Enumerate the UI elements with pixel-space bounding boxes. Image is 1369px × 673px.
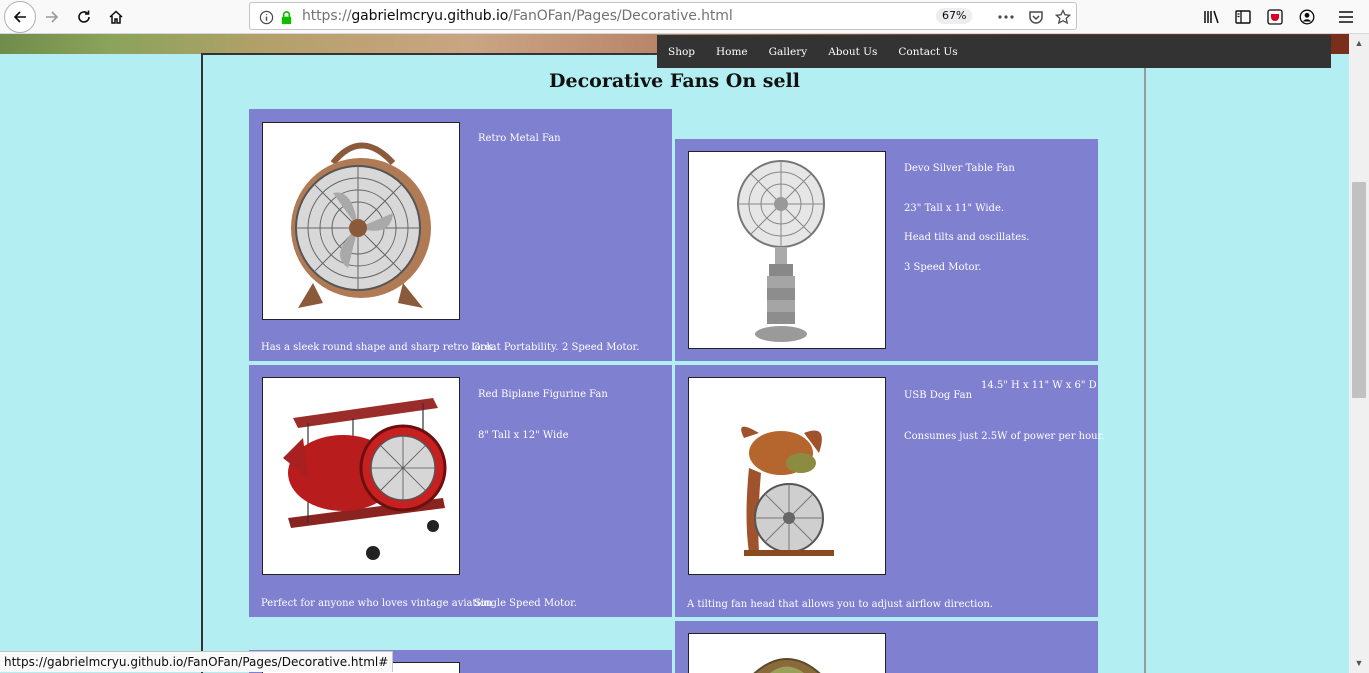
page-title: Decorative Fans On sell [549,70,800,92]
lock-icon[interactable] [276,7,296,27]
page-viewport: Shop Home Gallery About Us Contact Us De… [0,34,1349,673]
retro-fan-illustration [291,142,431,308]
sidebar-button[interactable] [1229,3,1257,31]
product-feature: Great Portability. [472,342,559,353]
link-status-bar: https://gabrielmcryu.github.io/FanOFan/P… [0,651,394,672]
hamburger-menu-icon [1339,11,1353,23]
product-image[interactable] [262,122,460,320]
product-spec: Consumes just 2.5W of power per hour. [904,431,1105,442]
reload-icon [78,10,90,23]
library-icon [1204,10,1219,24]
nav-contact-us[interactable]: Contact Us [898,46,957,58]
product-spec: 23" Tall x 11" Wide. [904,203,1005,214]
product-description: A tilting fan head that allows you to ad… [687,599,993,610]
arrow-right-icon [46,11,59,23]
product-description: Perfect for anyone who loves vintage avi… [261,598,493,609]
product-card-retro-metal-fan: Retro Metal Fan Has a sleek round shape … [249,109,672,361]
url-bar[interactable]: https://gabrielmcryu.github.io/FanOFan/P… [249,2,1077,30]
product-name: Retro Metal Fan [478,133,561,144]
scrollbar-thumb[interactable] [1352,182,1366,398]
product-description: Has a sleek round shape and sharp retro … [261,342,496,353]
menu-button[interactable] [1332,3,1360,31]
product-name: USB Dog Fan [904,390,973,401]
dog-fan-illustration [741,426,834,556]
pocket-icon[interactable] [1026,7,1046,27]
product-name: Devo Silver Table Fan [904,163,1015,174]
page-scrollbar[interactable]: ▲ ▼ [1349,34,1369,673]
pocket-save-icon [1267,9,1283,25]
product-feature: 2 Speed Motor. [562,342,640,353]
product-card-usb-dog-fan: USB Dog Fan 14.5" H x 11" W x 6" D Consu… [675,365,1104,617]
nav-about-us[interactable]: About Us [828,46,877,58]
library-button[interactable] [1198,3,1226,31]
product-card-partial [675,621,1098,673]
product-image[interactable] [688,377,886,575]
nav-shop[interactable]: Shop [668,46,695,58]
extension-button[interactable] [1261,3,1289,31]
info-icon[interactable] [256,7,276,27]
home-button[interactable] [102,3,130,31]
scroll-up-arrow-icon[interactable]: ▲ [1349,36,1369,50]
biplane-fan-illustration [283,398,447,560]
product-name: Red Biplane Figurine Fan [478,389,608,400]
account-icon [1299,9,1315,25]
account-button[interactable] [1293,3,1321,31]
back-button[interactable] [4,1,36,33]
scroll-down-arrow-icon[interactable]: ▼ [1349,656,1369,670]
product-card-devo-silver-table-fan: Devo Silver Table Fan 23" Tall x 11" Wid… [675,139,1098,361]
top-navigation: Shop Home Gallery About Us Contact Us [657,35,1331,68]
table-fan-illustration [737,160,825,342]
page-actions-icon[interactable] [996,7,1016,27]
url-path: /FanOFan/Pages/Decorative.html [508,8,733,24]
url-text[interactable]: https://gabrielmcryu.github.io/FanOFan/P… [302,8,733,24]
product-dimensions: 14.5" H x 11" W x 6" D [981,380,1097,391]
product-card-red-biplane-fan: Red Biplane Figurine Fan 8" Tall x 12" W… [249,365,672,617]
home-icon [109,10,123,24]
product-spec: 8" Tall x 12" Wide [478,430,569,441]
bookmark-star-icon[interactable] [1053,7,1073,27]
browser-toolbar: https://gabrielmcryu.github.io/FanOFan/P… [0,0,1369,34]
fan-illustration [753,658,821,673]
sidebar-icon [1235,10,1251,24]
product-image[interactable] [262,377,460,575]
forward-button[interactable] [38,3,66,31]
product-image[interactable] [688,633,886,673]
product-spec: 3 Speed Motor. [904,262,982,273]
product-spec: Head tilts and oscillates. [904,232,1030,243]
arrow-left-icon [13,11,26,23]
url-host: gabrielmcryu.github.io [351,8,509,24]
product-image[interactable] [688,151,886,349]
url-scheme: https:// [302,8,352,24]
zoom-indicator[interactable]: 67% [936,8,973,24]
nav-gallery[interactable]: Gallery [769,46,808,58]
nav-home[interactable]: Home [716,46,748,58]
reload-button[interactable] [70,3,98,31]
product-feature: Single Speed Motor. [474,598,578,609]
